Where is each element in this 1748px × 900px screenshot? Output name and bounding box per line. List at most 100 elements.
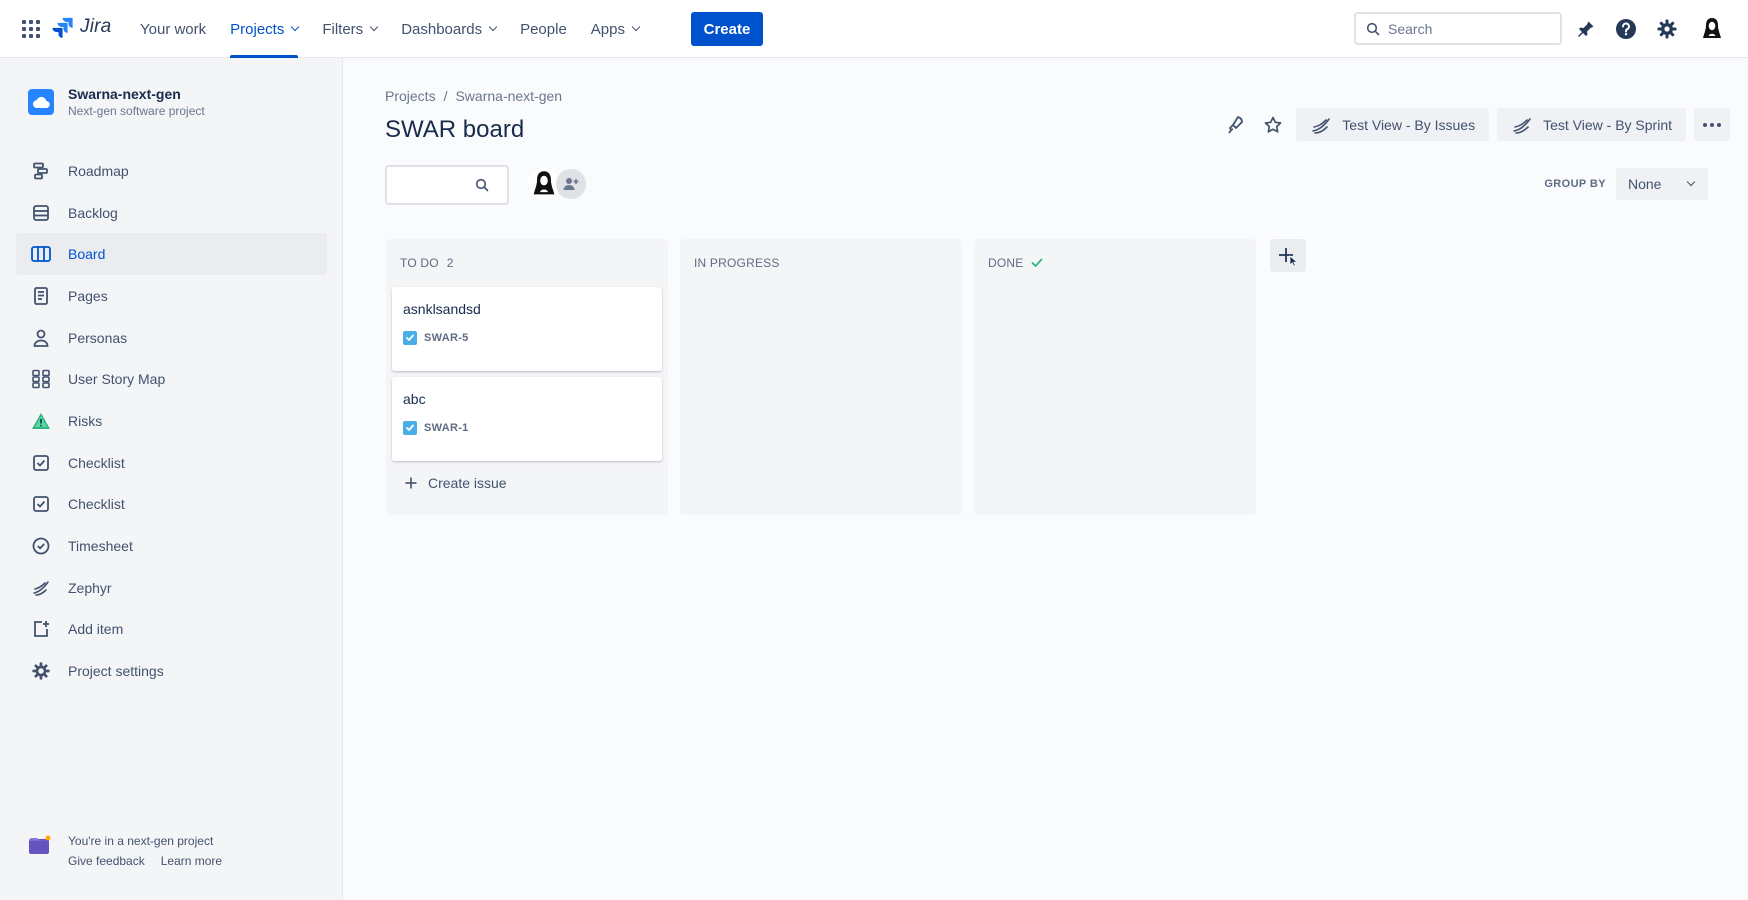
issue-title: abc	[403, 391, 426, 407]
star-icon	[1264, 116, 1282, 133]
view-label: Test View - By Sprint	[1543, 116, 1672, 133]
chevron-down-icon	[291, 22, 300, 32]
add-column-button[interactable]	[1270, 239, 1306, 272]
add-item-icon	[30, 618, 52, 640]
view-by-sprint-button[interactable]: Test View - By Sprint	[1497, 108, 1686, 141]
profile-avatar[interactable]	[1700, 17, 1724, 41]
column-done: DONE	[974, 239, 1256, 515]
project-header[interactable]: Swarna-next-gen Next-gen software projec…	[28, 86, 205, 118]
column-count: 2	[446, 256, 454, 270]
breadcrumb-project[interactable]: Swarna-next-gen	[455, 88, 562, 104]
sidebar-item-label: Pages	[68, 287, 108, 304]
chevron-down-icon	[1686, 177, 1696, 187]
check-icon	[1032, 258, 1043, 267]
issue-card[interactable]: abc SWAR-1	[392, 377, 662, 461]
sidebar-item-zephyr[interactable]: Zephyr	[16, 567, 327, 609]
app-switcher-icon[interactable]	[22, 20, 40, 38]
next-gen-text: You're in a next-gen project	[68, 834, 214, 848]
zephyr-icon	[1312, 117, 1331, 134]
plus-icon	[405, 477, 417, 489]
nav-label: People	[520, 20, 567, 38]
column-name: DONE	[988, 256, 1024, 270]
chevron-down-icon	[488, 22, 498, 32]
sidebar-item-roadmap[interactable]: Roadmap	[16, 150, 327, 192]
create-issue-button[interactable]: Create issue	[392, 463, 662, 503]
sidebar-item-checklist-2[interactable]: Checklist	[16, 484, 327, 526]
sidebar-item-project-settings[interactable]: Project settings	[16, 650, 327, 692]
project-avatar	[28, 89, 54, 115]
sidebar-item-backlog[interactable]: Backlog	[16, 192, 327, 234]
star-button[interactable]	[1258, 110, 1288, 140]
sidebar-item-personas[interactable]: Personas	[16, 317, 327, 359]
create-issue-label: Create issue	[428, 475, 507, 491]
breadcrumb: Projects / Swarna-next-gen	[385, 88, 562, 104]
board-columns: TO DO 2 asnklsandsd SWAR-5 abc SWAR-1 Cr…	[386, 239, 1306, 515]
sidebar-item-board[interactable]: Board	[16, 233, 327, 276]
nav-label: Projects	[230, 20, 285, 38]
sidebar-item-label: Timesheet	[68, 538, 133, 555]
risks-icon	[30, 410, 52, 432]
sidebar-nav: Roadmap Backlog Board Pages Personas Use…	[16, 150, 327, 692]
breadcrumb-separator: /	[443, 88, 448, 104]
sidebar-item-timesheet[interactable]: Timesheet	[16, 525, 327, 567]
backlog-icon	[30, 202, 52, 224]
nav-label: Filters	[322, 20, 364, 38]
nav-apps[interactable]: Apps	[579, 0, 651, 58]
nav-filters[interactable]: Filters	[310, 0, 389, 58]
column-todo: TO DO 2 asnklsandsd SWAR-5 abc SWAR-1 Cr…	[386, 239, 668, 515]
settings-icon[interactable]	[1655, 17, 1679, 41]
personas-icon	[30, 327, 52, 349]
nav-projects[interactable]: Projects	[218, 0, 310, 58]
logo-text: Jira	[80, 16, 112, 37]
main-content: Projects / Swarna-next-gen SWAR board Te…	[344, 58, 1748, 900]
zephyr-icon	[1513, 117, 1531, 134]
checklist-icon	[30, 452, 52, 474]
task-type-icon	[403, 421, 417, 435]
help-icon[interactable]	[1614, 17, 1638, 41]
board-search-input[interactable]	[395, 177, 475, 193]
nav-your-work[interactable]: Your work	[128, 0, 218, 58]
rocket-icon	[1228, 115, 1244, 134]
sidebar-item-label: Add item	[68, 621, 124, 638]
more-actions-button[interactable]	[1694, 108, 1730, 141]
sidebar-item-label: Backlog	[68, 204, 118, 221]
cloud-icon	[32, 96, 50, 109]
assignee-filter	[528, 168, 586, 200]
nav-people[interactable]: People	[508, 0, 579, 58]
sidebar-item-user-story-map[interactable]: User Story Map	[16, 358, 327, 400]
jira-logo-icon	[52, 17, 73, 38]
release-button[interactable]	[1220, 110, 1250, 140]
sidebar-item-pages[interactable]: Pages	[16, 275, 327, 317]
top-navigation: Jira Your work Projects Filters Dashboar…	[0, 0, 1748, 58]
sidebar-item-label: Roadmap	[68, 162, 129, 179]
sidebar-item-label: Checklist	[68, 454, 125, 471]
add-people-button[interactable]	[556, 169, 586, 199]
sidebar-item-risks[interactable]: Risks	[16, 400, 327, 442]
nav-label: Dashboards	[401, 20, 483, 38]
notifications-icon[interactable]	[1574, 17, 1598, 41]
column-header: DONE	[980, 245, 1250, 281]
sidebar-item-label: User Story Map	[68, 371, 166, 388]
view-by-issues-button[interactable]: Test View - By Issues	[1296, 108, 1490, 141]
sidebar-item-checklist-1[interactable]: Checklist	[16, 442, 327, 484]
sidebar-item-label: Board	[68, 246, 106, 263]
story-map-icon	[30, 368, 52, 390]
group-by-select[interactable]: None	[1616, 168, 1708, 200]
learn-more-link[interactable]: Learn more	[161, 854, 222, 868]
sidebar-item-label: Risks	[68, 412, 103, 429]
give-feedback-link[interactable]: Give feedback	[68, 854, 145, 868]
checklist-icon	[30, 493, 52, 515]
timesheet-icon	[30, 535, 52, 557]
global-search-input[interactable]	[1388, 20, 1538, 37]
create-button[interactable]: Create	[691, 12, 763, 46]
nav-label: Your work	[140, 20, 207, 38]
global-search[interactable]	[1354, 12, 1562, 45]
sidebar-item-label: Zephyr	[68, 579, 112, 596]
jira-logo[interactable]: Jira	[52, 16, 111, 38]
nav-dashboards[interactable]: Dashboards	[389, 0, 508, 58]
board-search[interactable]	[385, 165, 509, 205]
breadcrumb-projects[interactable]: Projects	[385, 88, 436, 104]
board-header-actions: Test View - By Issues Test View - By Spr…	[1220, 108, 1730, 141]
issue-card[interactable]: asnklsandsd SWAR-5	[392, 287, 662, 371]
sidebar-item-add-item[interactable]: Add item	[16, 609, 327, 651]
